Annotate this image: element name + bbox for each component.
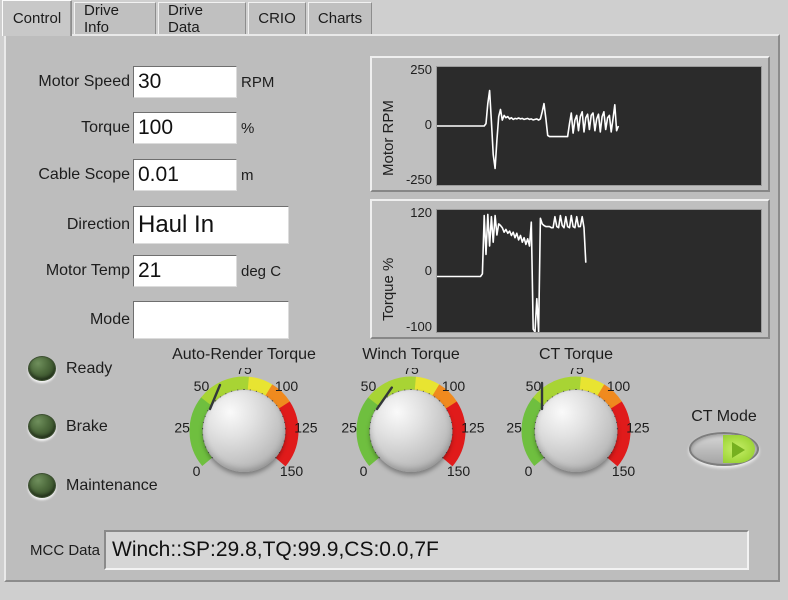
tab-crio[interactable]: CRIO <box>248 2 306 34</box>
field-direction: Direction Haul In <box>32 206 289 244</box>
motor-temp-label: Motor Temp <box>45 262 130 279</box>
direction-label: Direction <box>66 216 130 233</box>
ct-mode-label: CT Mode <box>691 408 757 425</box>
led-maintenance[interactable]: Maintenance <box>28 473 158 498</box>
motor-rpm-ytick-min: -250 <box>405 172 432 187</box>
svg-text:0: 0 <box>525 463 533 479</box>
ct-torque-gauge[interactable]: 0 25 50 75 100 125 150 <box>501 368 651 498</box>
svg-text:150: 150 <box>447 463 471 479</box>
cable-scope-input[interactable]: 0.01 <box>133 159 237 191</box>
svg-text:125: 125 <box>461 419 485 435</box>
motor-rpm-ytick-max: 250 <box>410 62 432 77</box>
field-torque: Torque 100 % <box>32 112 254 144</box>
winch-torque-gauge[interactable]: 0 25 50 75 100 125 150 <box>336 368 486 498</box>
brake-label: Brake <box>66 417 108 435</box>
tab-crio-label: CRIO <box>258 10 296 27</box>
svg-text:0: 0 <box>193 463 201 479</box>
chart-motor-rpm: Motor RPM 250 0 -250 <box>370 56 770 192</box>
tab-bar: Control Drive Info Drive Data CRIO Chart… <box>0 0 788 36</box>
maintenance-label: Maintenance <box>66 476 158 494</box>
knob-auto-render-torque[interactable]: Auto-Render Torque 0 25 50 75 100 125 150 <box>169 346 319 498</box>
svg-text:100: 100 <box>275 378 299 394</box>
chart-torque-pct: Torque % 120 0 -100 <box>370 199 770 339</box>
tab-charts-label: Charts <box>317 10 363 27</box>
cable-scope-unit: m <box>241 166 254 184</box>
motor-rpm-axis-label: Motor RPM <box>380 100 397 176</box>
mcc-data-row: MCC Data Winch::SP:29.8,TQ:99.9,CS:0.0,7… <box>30 530 750 570</box>
ct-torque-title: CT Torque <box>538 346 614 363</box>
field-motor-speed: Motor Speed 30 RPM <box>32 66 274 98</box>
control-tab-panel: Motor Speed 30 RPM Torque 100 % Cable Sc… <box>4 34 780 582</box>
svg-text:100: 100 <box>442 378 466 394</box>
led-ready[interactable]: Ready <box>28 356 112 381</box>
torque-label: Torque <box>81 119 130 136</box>
brake-led-icon <box>28 414 56 439</box>
knob-ct-torque[interactable]: CT Torque 0 25 50 75 100 125 150 <box>501 346 651 498</box>
ct-mode-switch[interactable] <box>689 432 759 466</box>
motor-speed-input[interactable]: 30 <box>133 66 237 98</box>
torque-pct-axis-label: Torque % <box>380 257 397 321</box>
knob-winch-torque[interactable]: Winch Torque 0 25 50 75 100 125 150 <box>336 346 486 498</box>
ready-led-icon <box>28 356 56 381</box>
svg-text:150: 150 <box>612 463 636 479</box>
winch-torque-title: Winch Torque <box>362 346 460 363</box>
control-panel-window: Control Drive Info Drive Data CRIO Chart… <box>0 0 788 600</box>
motor-temp-input[interactable]: 21 <box>133 255 237 287</box>
ct-mode-switch-group: CT Mode <box>672 408 776 466</box>
torque-pct-ytick-min: -100 <box>405 319 432 334</box>
svg-text:125: 125 <box>294 419 318 435</box>
led-brake[interactable]: Brake <box>28 414 108 439</box>
mode-input[interactable] <box>133 301 289 339</box>
ready-label: Ready <box>66 359 113 377</box>
auto-render-torque-title: Auto-Render Torque <box>172 346 316 363</box>
torque-pct-ytick-max: 120 <box>410 205 432 220</box>
play-triangle-icon <box>732 442 745 458</box>
auto-render-torque-gauge[interactable]: 0 25 50 75 100 125 150 <box>169 368 319 498</box>
motor-speed-label: Motor Speed <box>38 73 130 90</box>
winch-torque-needle <box>375 386 393 411</box>
tab-control-label: Control <box>12 10 62 27</box>
field-motor-temp: Motor Temp 21 deg C <box>32 255 281 287</box>
field-cable-scope: Cable Scope 0.01 m <box>32 159 254 191</box>
mcc-data-value[interactable]: Winch::SP:29.8,TQ:99.9,CS:0.0,7F <box>104 530 750 570</box>
motor-rpm-ytick-mid: 0 <box>424 117 432 132</box>
cable-scope-label: Cable Scope <box>38 166 130 183</box>
torque-unit: % <box>241 119 255 137</box>
direction-input[interactable]: Haul In <box>133 206 289 244</box>
tab-control[interactable]: Control <box>2 0 72 36</box>
mode-label: Mode <box>89 311 130 328</box>
svg-text:150: 150 <box>280 463 304 479</box>
ct-torque-needle <box>540 381 544 411</box>
svg-text:0: 0 <box>360 463 368 479</box>
tab-drive-info[interactable]: Drive Info <box>74 1 156 36</box>
auto-render-torque-needle <box>208 383 222 411</box>
torque-input[interactable]: 100 <box>133 112 237 144</box>
tab-drive-info-label: Drive Info <box>84 1 120 36</box>
field-mode: Mode <box>32 301 289 339</box>
torque-pct-ytick-mid: 0 <box>424 263 432 278</box>
mcc-data-label: MCC Data <box>30 541 101 559</box>
tab-drive-data-label: Drive Data <box>168 1 204 36</box>
tab-drive-data[interactable]: Drive Data <box>158 1 246 36</box>
tab-charts[interactable]: Charts <box>308 2 372 34</box>
maintenance-led-icon <box>28 473 56 498</box>
motor-speed-unit: RPM <box>241 73 275 91</box>
motor-rpm-plot[interactable] <box>436 66 762 186</box>
torque-pct-plot[interactable] <box>436 209 762 333</box>
motor-temp-unit: deg C <box>241 262 282 280</box>
svg-text:100: 100 <box>607 378 631 394</box>
svg-text:125: 125 <box>626 419 650 435</box>
